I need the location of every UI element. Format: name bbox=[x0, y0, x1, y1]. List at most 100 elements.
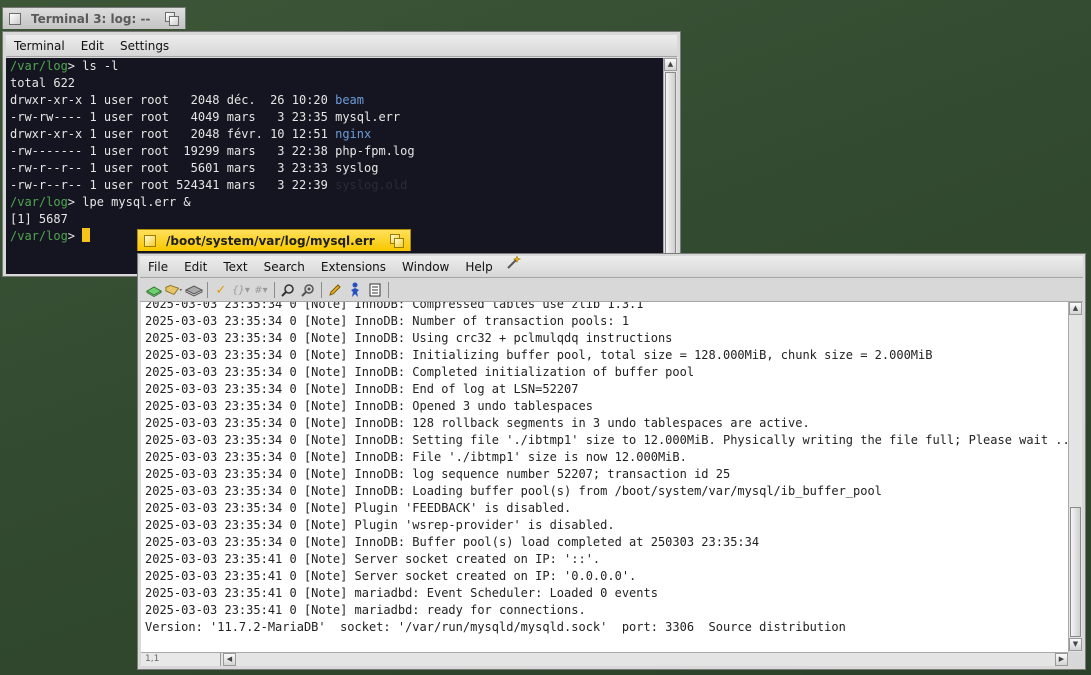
menu-search[interactable]: Search bbox=[256, 256, 313, 278]
log-line: 2025-03-03 23:35:34 0 [Note] InnoDB: Buf… bbox=[145, 535, 760, 549]
terminal-title: Terminal 3: log: -- bbox=[31, 11, 151, 26]
terminal-line: drwxr-xr-x 1 user root 2048 févr. 10 12:… bbox=[10, 126, 371, 143]
open-folder-icon[interactable] bbox=[165, 281, 183, 299]
editor-menubar: File Edit Text Search Extensions Window … bbox=[140, 255, 1083, 278]
log-line: 2025-03-03 23:35:34 0 [Note] InnoDB: Num… bbox=[145, 314, 630, 328]
file-name: mysql.err bbox=[335, 110, 401, 124]
scroll-down-arrow-icon[interactable]: ▼ bbox=[1069, 638, 1082, 651]
find-icon[interactable] bbox=[279, 281, 297, 299]
terminal-menubar: Terminal Edit Settings bbox=[6, 35, 677, 57]
find-next-icon[interactable] bbox=[299, 281, 317, 299]
menu-file[interactable]: File bbox=[140, 256, 176, 278]
editor-close-button[interactable] bbox=[144, 234, 156, 247]
document-list-icon[interactable] bbox=[366, 281, 384, 299]
editor-zoom-button[interactable] bbox=[390, 234, 404, 248]
toolbar-separator bbox=[274, 282, 275, 298]
toolbar-separator bbox=[207, 282, 208, 298]
menu-edit[interactable]: Edit bbox=[176, 256, 215, 278]
log-line: 2025-03-03 23:35:34 0 [Note] InnoDB: Com… bbox=[145, 365, 695, 379]
terminal-line: -rw-r--r-- 1 user root 5601 mars 3 23:33… bbox=[10, 160, 378, 177]
editor-toolbar: ✓ {}▾ #▾ bbox=[140, 279, 1083, 302]
terminal-menu-edit[interactable]: Edit bbox=[73, 35, 112, 57]
menu-text[interactable]: Text bbox=[215, 256, 255, 278]
terminal-line: drwxr-xr-x 1 user root 2048 déc. 26 10:2… bbox=[10, 92, 364, 109]
pencil-icon[interactable] bbox=[326, 281, 344, 299]
log-line: 2025-03-03 23:35:34 0 [Note] InnoDB: Ini… bbox=[145, 348, 933, 362]
terminal-line: /var/log> lpe mysql.err & bbox=[10, 194, 191, 211]
terminal-command: > bbox=[67, 229, 83, 243]
terminal-menu-terminal[interactable]: Terminal bbox=[6, 35, 73, 57]
terminal-prompt: /var/log bbox=[10, 195, 68, 209]
log-line: 2025-03-03 23:35:34 0 [Note] InnoDB: Loa… bbox=[145, 484, 882, 498]
scroll-left-arrow-icon[interactable]: ◀ bbox=[223, 653, 236, 666]
file-name: php-fpm.log bbox=[335, 144, 415, 158]
log-line: 2025-03-03 23:35:34 0 [Note] Plugin 'FEE… bbox=[145, 501, 572, 515]
terminal-line: total 622 bbox=[10, 75, 75, 92]
terminal-line: /var/log> bbox=[10, 228, 91, 245]
menu-help[interactable]: Help bbox=[457, 256, 500, 278]
terminal-text: drwxr-xr-x 1 user root 2048 déc. 26 10:2… bbox=[10, 93, 336, 107]
cursor-position-status: 1,1 bbox=[141, 653, 221, 666]
terminal-command: > ls -l bbox=[67, 59, 119, 73]
terminal-line: /var/log> ls -l bbox=[10, 58, 118, 75]
terminal-vertical-scrollbar[interactable]: ▲ ▼ bbox=[663, 58, 677, 274]
log-line: 2025-03-03 23:35:34 0 [Note] InnoDB: Com… bbox=[145, 302, 644, 311]
log-line: 2025-03-03 23:35:34 0 [Note] InnoDB: Ope… bbox=[145, 399, 593, 413]
log-line: 2025-03-03 23:35:41 0 [Note] mariadbd: E… bbox=[145, 586, 658, 600]
terminal-text: -rw------- 1 user root 19299 mars 3 22:3… bbox=[10, 144, 336, 158]
menu-extensions[interactable]: Extensions bbox=[313, 256, 394, 278]
log-line: 2025-03-03 23:35:34 0 [Note] InnoDB: Fil… bbox=[145, 450, 687, 464]
toolbar-separator bbox=[388, 282, 389, 298]
terminal-close-button[interactable] bbox=[9, 12, 21, 25]
include-popup-icon[interactable]: #▾ bbox=[252, 281, 270, 299]
directory-name: beam bbox=[335, 93, 365, 107]
scroll-up-arrow-icon[interactable]: ▲ bbox=[1069, 302, 1082, 315]
editor-horizontal-scrollbar[interactable]: 1,1 ◀ ▶ bbox=[141, 652, 1068, 666]
editor-window: File Edit Text Search Extensions Window … bbox=[137, 253, 1086, 670]
log-line: 2025-03-03 23:35:41 0 [Note] Server sock… bbox=[145, 552, 601, 566]
person-icon[interactable] bbox=[346, 281, 364, 299]
menu-window[interactable]: Window bbox=[394, 256, 457, 278]
checkmark-icon[interactable]: ✓ bbox=[212, 281, 230, 299]
magic-wand-icon[interactable] bbox=[501, 255, 525, 278]
save-disk-icon[interactable] bbox=[185, 281, 203, 299]
file-name: syslog bbox=[335, 161, 379, 175]
editor-vertical-scrollbar[interactable]: ▲ ▼ bbox=[1068, 302, 1082, 652]
terminal-text: -rw-r--r-- 1 user root 5601 mars 3 23:33 bbox=[10, 161, 336, 175]
log-line: 2025-03-03 23:35:34 0 [Note] InnoDB: Set… bbox=[145, 433, 1069, 447]
function-popup-icon[interactable]: {}▾ bbox=[232, 281, 250, 299]
toolbar-separator bbox=[321, 282, 322, 298]
terminal-prompt: /var/log bbox=[10, 59, 68, 73]
terminal-line: -rw------- 1 user root 19299 mars 3 22:3… bbox=[10, 143, 415, 160]
directory-name: nginx bbox=[335, 127, 372, 141]
terminal-line: -rw-rw---- 1 user root 4049 mars 3 23:35… bbox=[10, 109, 400, 126]
log-line: 2025-03-03 23:35:34 0 [Note] InnoDB: End… bbox=[145, 382, 579, 396]
scroll-up-arrow-icon[interactable]: ▲ bbox=[664, 58, 677, 71]
terminal-window-tab[interactable]: Terminal 3: log: -- bbox=[2, 7, 186, 29]
terminal-text: [1] 5687 bbox=[10, 212, 68, 226]
terminal-text: -rw-rw---- 1 user root 4049 mars 3 23:35 bbox=[10, 110, 336, 124]
editor-scroll-thumb[interactable] bbox=[1070, 507, 1081, 637]
terminal-zoom-button[interactable] bbox=[165, 12, 179, 26]
terminal-text: total 622 bbox=[10, 76, 76, 90]
terminal-line: -rw-r--r-- 1 user root 524341 mars 3 22:… bbox=[10, 177, 407, 194]
log-line: 2025-03-03 23:35:41 0 [Note] Server sock… bbox=[145, 569, 637, 583]
terminal-text: -rw-r--r-- 1 user root 524341 mars 3 22:… bbox=[10, 178, 336, 192]
scroll-right-arrow-icon[interactable]: ▶ bbox=[1055, 653, 1068, 666]
terminal-menu-settings[interactable]: Settings bbox=[112, 35, 177, 57]
terminal-line: [1] 5687 bbox=[10, 211, 68, 228]
new-document-icon[interactable] bbox=[145, 281, 163, 299]
terminal-text: drwxr-xr-x 1 user root 2048 févr. 10 12:… bbox=[10, 127, 336, 141]
editor-text-area[interactable]: 2025-03-03 23:35:34 0 [Note] InnoDB: Com… bbox=[141, 302, 1069, 652]
log-line: 2025-03-03 23:35:34 0 [Note] InnoDB: log… bbox=[145, 467, 731, 481]
editor-window-tab[interactable]: /boot/system/var/log/mysql.err bbox=[137, 229, 411, 251]
terminal-prompt: /var/log bbox=[10, 229, 68, 243]
terminal-cursor bbox=[82, 228, 91, 242]
log-line: Version: '11.7.2-MariaDB' socket: '/var/… bbox=[145, 620, 846, 634]
terminal-command: > lpe mysql.err & bbox=[67, 195, 191, 209]
editor-title: /boot/system/var/log/mysql.err bbox=[166, 233, 375, 248]
log-line: 2025-03-03 23:35:34 0 [Note] Plugin 'wsr… bbox=[145, 518, 615, 532]
terminal-scroll-thumb[interactable] bbox=[665, 72, 676, 258]
log-line: 2025-03-03 23:35:41 0 [Note] mariadbd: r… bbox=[145, 603, 586, 617]
file-name: syslog.old bbox=[335, 178, 408, 192]
